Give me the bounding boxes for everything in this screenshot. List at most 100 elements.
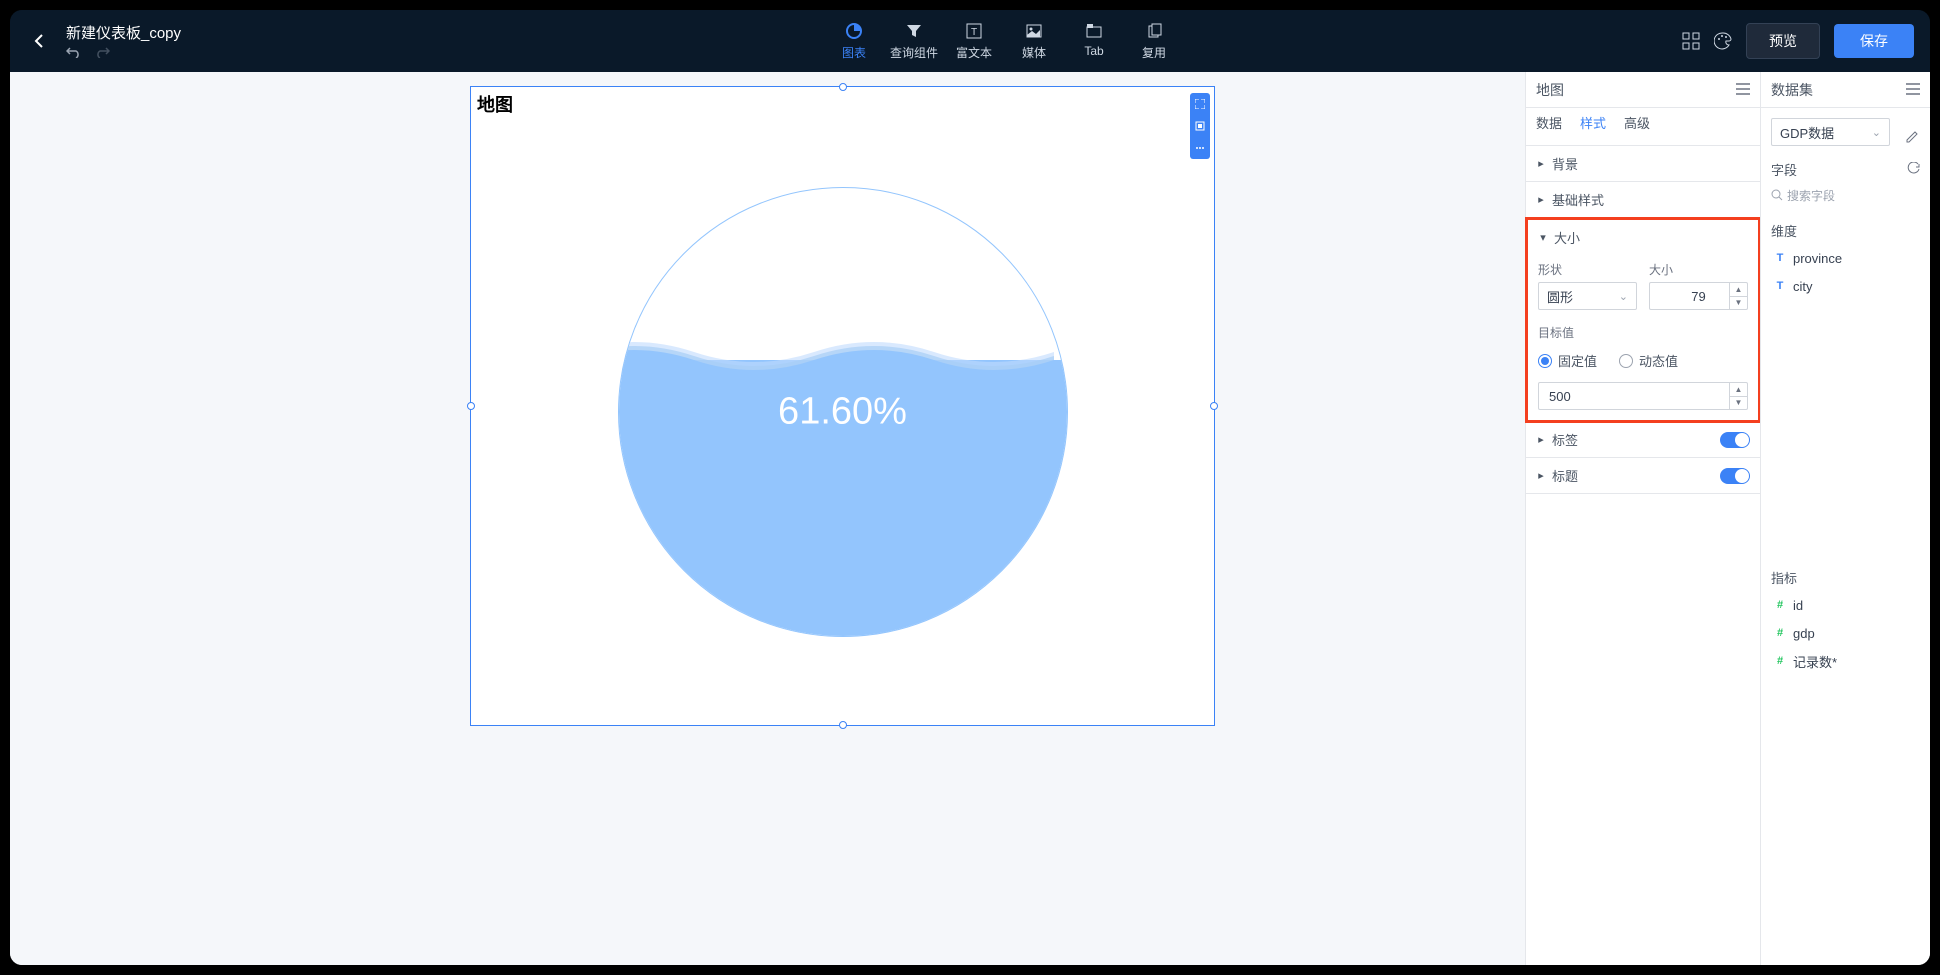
image-icon (1025, 22, 1043, 40)
measure-field[interactable]: # gdp (1767, 619, 1924, 647)
stepper-down[interactable]: ▼ (1730, 397, 1747, 410)
topbar: 新建仪表板_copy 图表 (10, 10, 1930, 72)
search-icon (1771, 189, 1783, 201)
expand-icon[interactable] (1190, 93, 1210, 115)
section-label: 基础样式 (1552, 190, 1604, 209)
field-name: city (1793, 279, 1813, 294)
target-input[interactable]: 500 ▲ ▼ (1538, 382, 1748, 410)
type-text-icon: T (1773, 252, 1787, 264)
tool-reuse[interactable]: 复用 (1124, 22, 1184, 61)
type-number-icon: # (1773, 599, 1787, 611)
section-size: ▾ 大小 形状 圆形 ⌄ 大小 (1525, 217, 1761, 423)
liquid-percent-label: 61.60% (778, 391, 907, 434)
tab-advanced[interactable]: 高级 (1624, 113, 1650, 140)
caret-down-icon: ▾ (1538, 231, 1548, 244)
radio-dot-icon (1619, 354, 1633, 368)
target-label: 目标值 (1538, 324, 1748, 341)
radio-dynamic[interactable]: 动态值 (1619, 351, 1678, 370)
size-input-value: 79 (1691, 289, 1705, 304)
caret-right-icon: ▸ (1536, 469, 1546, 482)
resize-handle-n[interactable] (839, 83, 847, 91)
text-icon: T (965, 22, 983, 40)
tool-richtext[interactable]: T 富文本 (944, 22, 1004, 61)
redo-button[interactable] (94, 45, 110, 61)
section-label: 标签 (1552, 430, 1578, 449)
measure-field[interactable]: # 记录数* (1767, 647, 1924, 675)
dataset-panel: 数据集 GDP数据 ⌄ 字段 (1760, 72, 1930, 965)
document-title[interactable]: 新建仪表板_copy (66, 22, 181, 43)
settings-icon[interactable] (1190, 115, 1210, 137)
shape-select-value: 圆形 (1547, 287, 1573, 306)
section-label-toggle[interactable]: ▸ 标签 (1526, 422, 1760, 457)
tool-label: 查询组件 (890, 44, 938, 61)
grid-icon-button[interactable] (1682, 32, 1700, 50)
dataset-select-value: GDP数据 (1780, 123, 1834, 142)
undo-button[interactable] (66, 45, 82, 61)
tool-media[interactable]: 媒体 (1004, 22, 1064, 61)
tool-label: 媒体 (1022, 44, 1046, 61)
edit-dataset-icon[interactable] (1904, 129, 1920, 145)
caret-right-icon: ▸ (1536, 433, 1546, 446)
tab-data[interactable]: 数据 (1536, 113, 1562, 140)
type-text-icon: T (1773, 280, 1787, 292)
section-title-toggle[interactable]: ▸ 标题 (1526, 458, 1760, 493)
type-number-icon: # (1773, 627, 1787, 639)
size-label: 大小 (1649, 261, 1748, 278)
chart-frame[interactable]: 地图 (470, 86, 1215, 726)
tool-label: 复用 (1142, 44, 1166, 61)
save-button[interactable]: 保存 (1834, 24, 1914, 58)
shape-label: 形状 (1538, 261, 1637, 278)
filter-icon (905, 22, 923, 40)
caret-right-icon: ▸ (1536, 157, 1546, 170)
copy-icon (1145, 22, 1163, 40)
back-button[interactable] (26, 27, 54, 55)
palette-icon-button[interactable] (1714, 32, 1732, 50)
dataset-panel-title: 数据集 (1771, 80, 1813, 100)
canvas[interactable]: 地图 (10, 72, 1525, 965)
section-size-header[interactable]: ▾ 大小 (1528, 220, 1758, 255)
radio-fixed[interactable]: 固定值 (1538, 351, 1597, 370)
dimension-field[interactable]: T province (1767, 244, 1924, 272)
svg-text:T: T (971, 27, 977, 38)
section-label: 标题 (1552, 466, 1578, 485)
liquid-fill-chart: 61.60% (618, 187, 1068, 637)
preview-button[interactable]: 预览 (1746, 23, 1820, 59)
stepper-up[interactable]: ▲ (1730, 283, 1747, 297)
resize-handle-s[interactable] (839, 721, 847, 729)
label-toggle[interactable] (1720, 432, 1750, 448)
field-name: gdp (1793, 626, 1815, 641)
target-input-value: 500 (1549, 389, 1571, 404)
resize-handle-w[interactable] (467, 402, 475, 410)
title-toggle[interactable] (1720, 468, 1750, 484)
tool-label: Tab (1084, 44, 1103, 58)
radio-label: 动态值 (1639, 351, 1678, 370)
chart-float-controls (1190, 93, 1210, 159)
shape-select[interactable]: 圆形 ⌄ (1538, 282, 1637, 310)
panel-menu-icon[interactable] (1906, 82, 1920, 98)
fields-label: 字段 (1771, 160, 1797, 179)
tool-tab[interactable]: Tab (1064, 22, 1124, 61)
section-basic-style[interactable]: ▸ 基础样式 (1526, 182, 1760, 217)
chevron-down-icon: ⌄ (1872, 126, 1881, 139)
section-background[interactable]: ▸ 背景 (1526, 146, 1760, 181)
style-panel: 地图 数据 样式 高级 ▸ 背景 ▸ 基础样式 (1525, 72, 1760, 965)
resize-handle-e[interactable] (1210, 402, 1218, 410)
stepper-down[interactable]: ▼ (1730, 297, 1747, 310)
dimension-field[interactable]: T city (1767, 272, 1924, 300)
more-icon[interactable] (1190, 137, 1210, 159)
tab-style[interactable]: 样式 (1580, 113, 1606, 140)
measure-field[interactable]: # id (1767, 591, 1924, 619)
dataset-select[interactable]: GDP数据 ⌄ (1771, 118, 1890, 146)
tool-chart[interactable]: 图表 (824, 22, 884, 61)
type-number-icon: # (1773, 655, 1787, 667)
tool-query[interactable]: 查询组件 (884, 22, 944, 61)
refresh-icon[interactable] (1907, 162, 1920, 178)
panel-menu-icon[interactable] (1736, 82, 1750, 98)
radio-dot-icon (1538, 354, 1552, 368)
field-search[interactable]: 搜索字段 (1771, 183, 1920, 207)
chart-title: 地图 (477, 91, 513, 117)
size-input[interactable]: 79 ▲ ▼ (1649, 282, 1748, 310)
tool-label: 富文本 (956, 44, 992, 61)
dimensions-label: 维度 (1761, 213, 1930, 244)
stepper-up[interactable]: ▲ (1730, 383, 1747, 397)
